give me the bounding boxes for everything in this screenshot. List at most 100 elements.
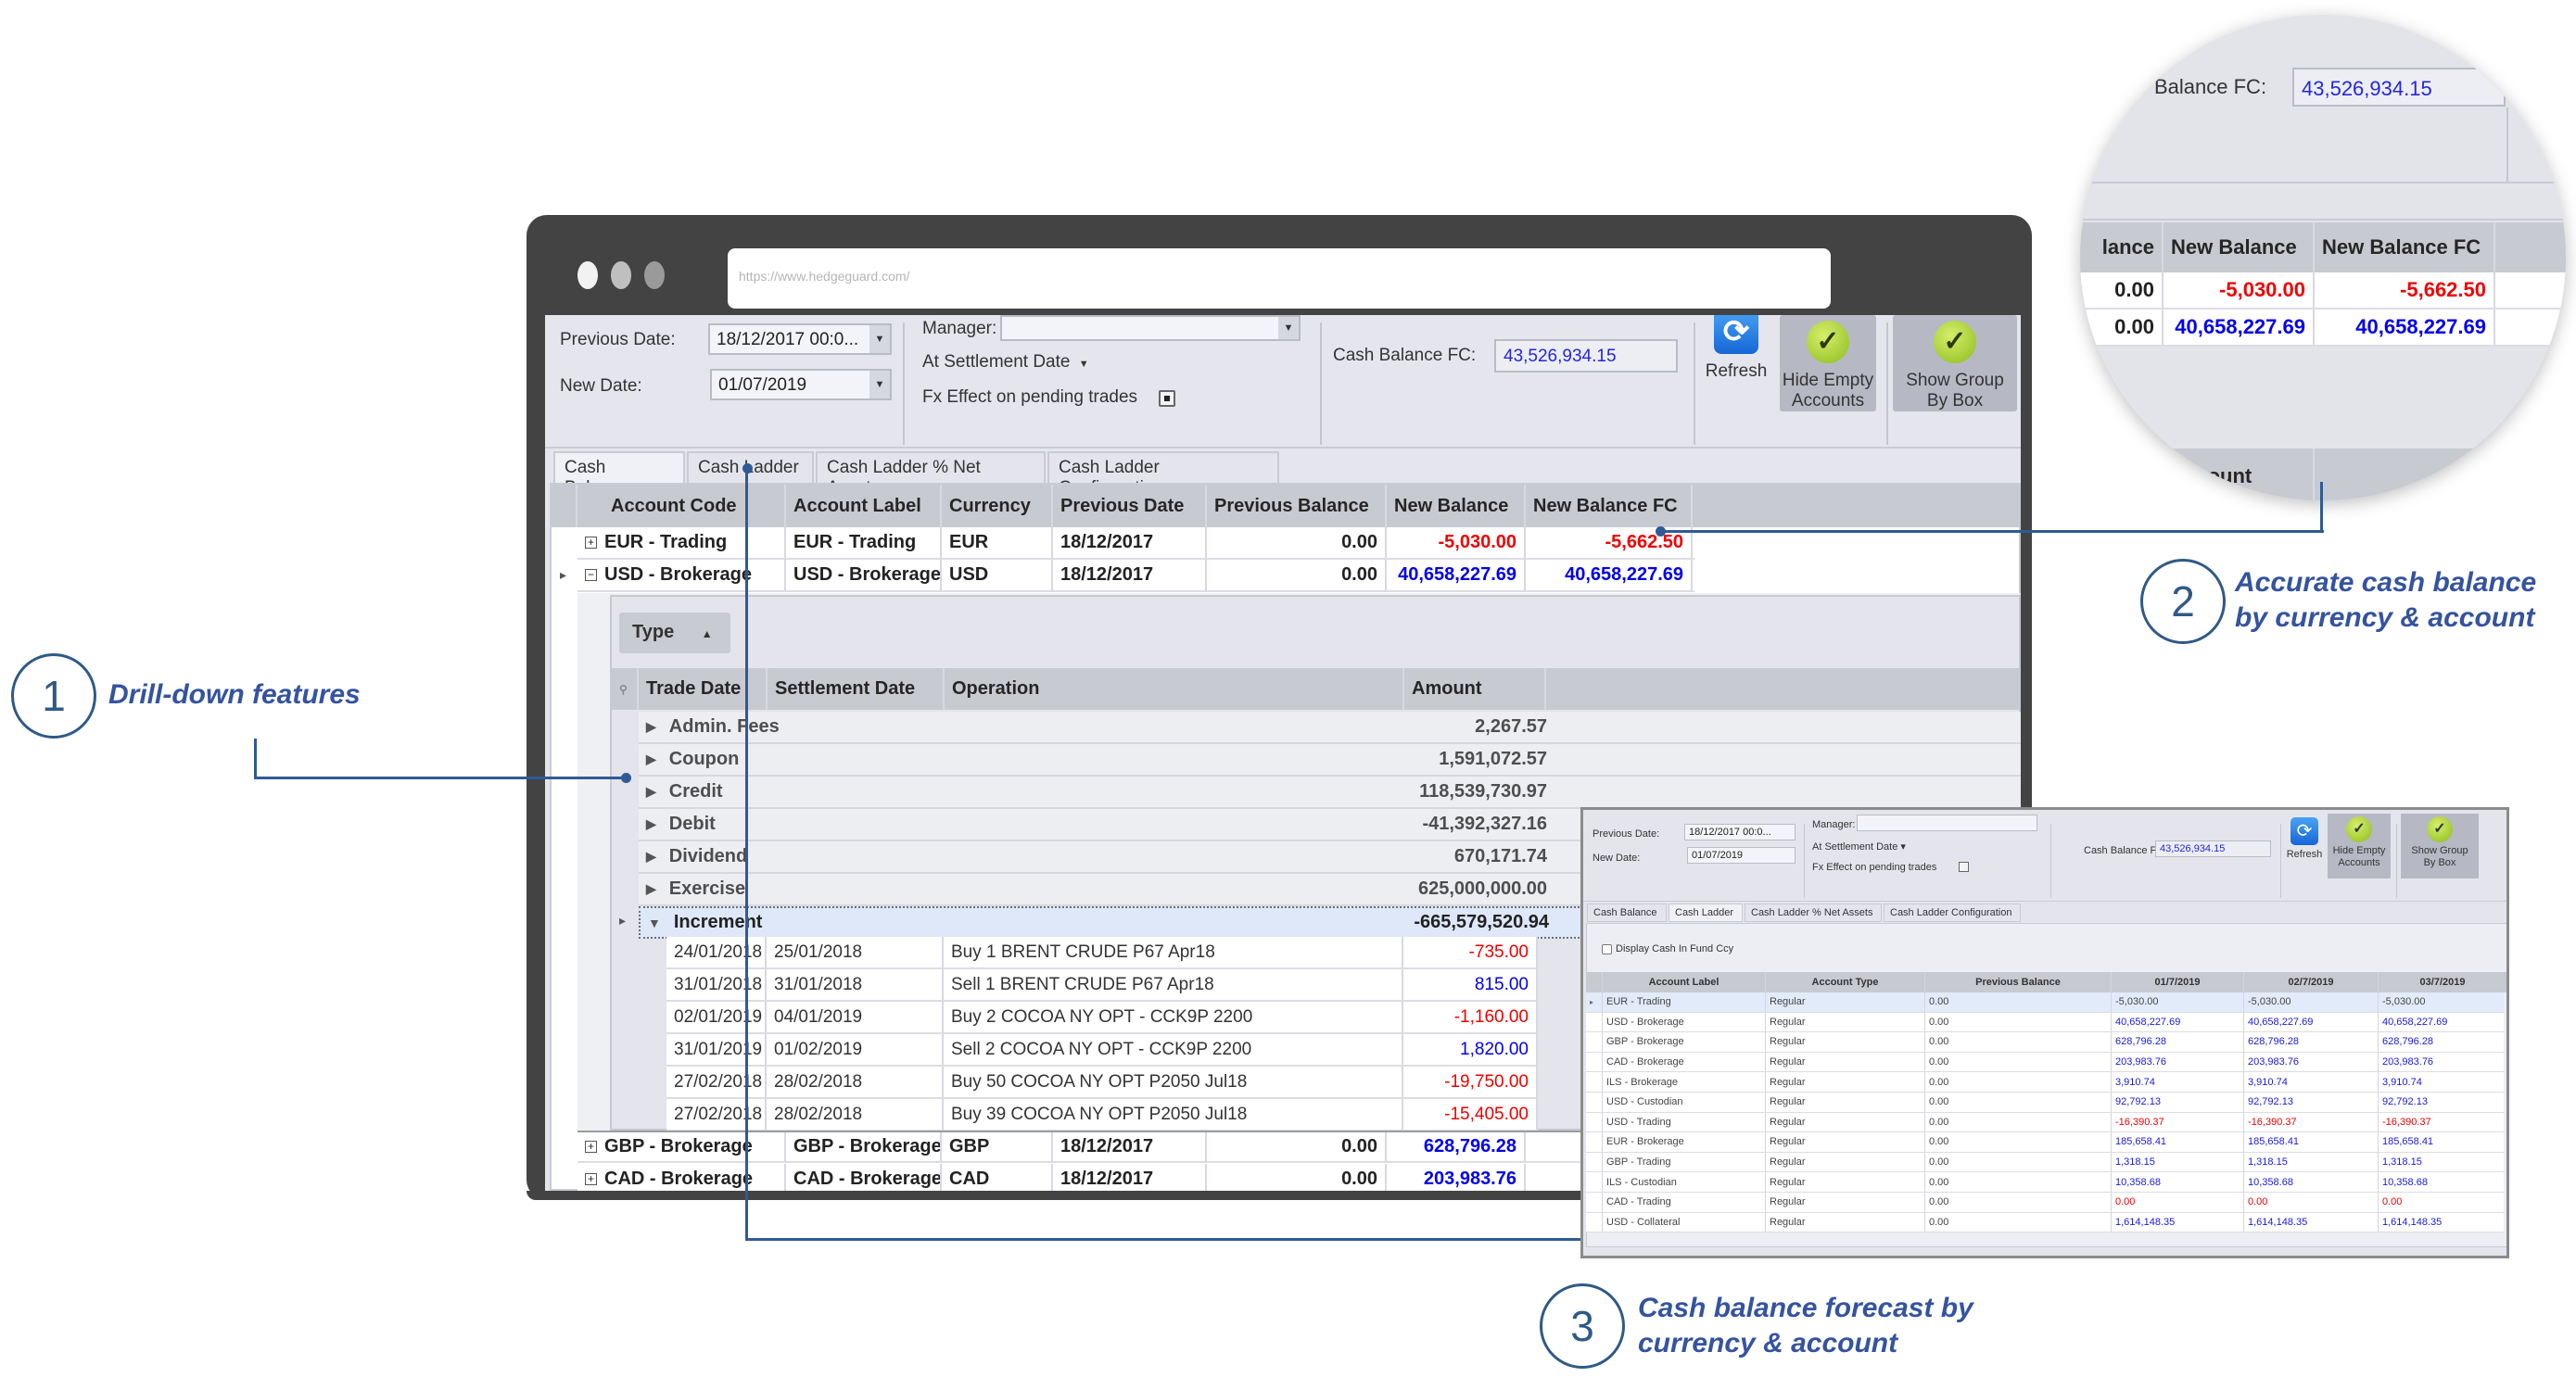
settlement-mode-dropdown[interactable]: At Settlement Date ▼ [922, 352, 1089, 373]
ladder-row[interactable]: USD - Custodian Regular 0.00 92,792.13 92,79… [1586, 1093, 2504, 1113]
column-header-settlement-date[interactable]: Settlement Date [768, 668, 945, 710]
expand-icon[interactable]: + [585, 1173, 597, 1185]
ladder-tab-cash-ladder[interactable]: Cash Ladder [1669, 904, 1743, 922]
ladder-account-type: Regular [1766, 1032, 1925, 1052]
ladder-tab-configuration[interactable]: Cash Ladder Configuration [1884, 904, 2021, 922]
tab-cash-ladder-net-assets[interactable]: Cash Ladder % Net Assets [816, 451, 1046, 498]
ladder-account-type: Regular [1766, 1212, 1925, 1232]
ladder-account-type: Regular [1766, 1193, 1925, 1212]
group-name-cell: ▶ Exercise [639, 874, 1413, 904]
fx-effect-checkbox[interactable] [1159, 390, 1175, 407]
ladder-refresh-button[interactable]: ⟳ Refresh [2286, 817, 2323, 860]
settlement-date-cell: 28/02/2018 [767, 1067, 944, 1097]
ladder-fx-effect-checkbox[interactable] [1959, 862, 1969, 872]
transaction-row[interactable]: 27/02/2018 28/02/2018 Buy 50 COCOA NY OPT … [666, 1067, 1538, 1099]
ladder-settlement-mode[interactable]: At Settlement Date ▾ [1812, 840, 1906, 853]
ladder-row[interactable]: GBP - Trading Regular 0.00 1,318.15 1,318.15… [1586, 1152, 2504, 1173]
column-header-amount[interactable]: Amount [1404, 668, 1546, 710]
expand-icon[interactable]: + [585, 537, 597, 549]
mag-header: lance New Balance New Balance FC [2080, 222, 2566, 272]
ladder-previous-date-picker[interactable]: 18/12/2017 00:0... [1684, 824, 1796, 840]
ladder-row[interactable]: USD - Brokerage Regular 0.00 40,658,227.69 4… [1586, 1012, 2504, 1033]
collapsed-arrow-icon[interactable]: ▶ [646, 784, 656, 800]
transaction-row[interactable]: 24/01/2018 25/01/2018 Buy 1 BRENT CRUDE P6… [666, 937, 1538, 969]
column-header-account-label[interactable]: Account Label [786, 485, 942, 527]
show-group-by-box-button[interactable]: ✓ Show Group By Box [1893, 315, 2017, 411]
ladder-row[interactable]: ILS - Brokerage Regular 0.00 3,910.74 3,910.… [1586, 1072, 2504, 1093]
ladder-account-type: Regular [1766, 1132, 1925, 1152]
ladder-col-account-type[interactable]: Account Type [1766, 972, 1925, 992]
hide-empty-accounts-button[interactable]: ✓ Hide Empty Accounts [1780, 315, 1876, 411]
transaction-row[interactable]: 27/02/2018 28/02/2018 Buy 39 COCOA NY OPT … [666, 1099, 1538, 1131]
column-header-trade-date[interactable]: Trade Date [639, 668, 768, 710]
ladder-show-group-button[interactable]: ✓ Show Group By Box [2401, 814, 2479, 878]
chevron-down-icon[interactable]: ▼ [869, 371, 890, 398]
column-header-previous-balance[interactable]: Previous Balance [1207, 485, 1387, 527]
ladder-col-date-1[interactable]: 01/7/2019 [2112, 972, 2244, 992]
tab-cash-balance[interactable]: Cash Balance [553, 451, 685, 498]
column-header-previous-date[interactable]: Previous Date [1053, 485, 1207, 527]
column-header-new-balance-fc[interactable]: New Balance FC [1526, 485, 1693, 527]
column-header-operation[interactable]: Operation [945, 668, 1404, 710]
group-name-cell: ▶ Credit [639, 777, 1413, 807]
transaction-row[interactable]: 02/01/2019 04/01/2019 Buy 2 COCOA NY OPT -… [666, 1002, 1538, 1034]
ladder-row[interactable]: GBP - Brokerage Regular 0.00 628,796.28 628,… [1586, 1032, 2504, 1053]
expanded-arrow-icon[interactable]: ▼ [648, 916, 661, 930]
ladder-indicator-header [1586, 972, 1603, 992]
ladder-row[interactable]: ▸ EUR - Trading Regular 0.00 -5,030.00 -5,030… [1586, 992, 2504, 1013]
group-row[interactable]: ▶ Coupon 1,591,072.57 [639, 744, 2021, 777]
tab-cash-ladder-configuration[interactable]: Cash Ladder Configuration [1047, 451, 1279, 498]
ladder-row[interactable]: EUR - Brokerage Regular 0.00 185,658.41 185,… [1586, 1132, 2504, 1153]
group-name-cell: ▶ Coupon [639, 744, 1413, 775]
collapsed-arrow-icon[interactable]: ▶ [646, 719, 656, 735]
collapsed-arrow-icon[interactable]: ▶ [646, 881, 656, 897]
ladder-row[interactable]: USD - Trading Regular 0.00 -16,390.37 -16,39… [1586, 1112, 2504, 1133]
ladder-col-previous-balance[interactable]: Previous Balance [1925, 972, 2112, 992]
ladder-row[interactable]: USD - Collateral Regular 0.00 1,614,148.35 1… [1586, 1212, 2504, 1233]
chevron-down-icon[interactable]: ▼ [869, 325, 890, 353]
ladder-hide-empty-button[interactable]: ✓ Hide Empty Accounts [2328, 814, 2391, 878]
group-row[interactable]: ▶ Credit 118,539,730.97 [639, 777, 2021, 809]
collapsed-arrow-icon[interactable]: ▶ [646, 752, 656, 767]
mag-new-balance: 40,658,227.69 [2164, 310, 2315, 345]
ladder-col-date-3[interactable]: 03/7/2019 [2379, 972, 2506, 992]
manager-select[interactable]: ▼ [1000, 315, 1301, 341]
column-header-account-code[interactable]: Account Code [577, 485, 786, 527]
refresh-button[interactable]: ⟳ Refresh [1699, 315, 1773, 382]
display-fund-ccy-checkbox[interactable] [1602, 944, 1612, 954]
callout-3-line-2: currency & account [1638, 1328, 1898, 1358]
url-bar[interactable]: https://www.hedgeguard.com/ [728, 248, 1831, 309]
group-row[interactable]: ▶ Admin. Fees 2,267.57 [639, 712, 2021, 744]
ladder-row[interactable]: ILS - Custodian Regular 0.00 10,358.68 10,35… [1586, 1172, 2504, 1193]
collapsed-arrow-icon[interactable]: ▶ [646, 849, 656, 865]
show-group-label-2: By Box [1926, 391, 1984, 411]
window-dot-maximize[interactable] [644, 261, 665, 289]
ladder-col-account-label[interactable]: Account Label [1603, 972, 1766, 992]
ladder-previous-balance: 0.00 [1925, 1072, 2112, 1092]
transaction-row[interactable]: 31/01/2018 31/01/2018 Sell 1 BRENT CRUDE P… [666, 969, 1538, 1002]
transaction-row[interactable]: 31/01/2019 01/02/2019 Sell 2 COCOA NY OPT … [666, 1034, 1538, 1067]
chevron-down-icon[interactable]: ▼ [1278, 317, 1299, 339]
column-header-currency[interactable]: Currency [942, 485, 1053, 527]
column-header-new-balance[interactable]: New Balance [1387, 485, 1526, 527]
group-name: Credit [668, 781, 723, 802]
group-by-type-chip[interactable]: Type ▲ [619, 613, 730, 653]
window-dot-minimize[interactable] [611, 261, 631, 289]
ladder-col-date-2[interactable]: 02/7/2019 [2244, 972, 2379, 992]
expand-icon[interactable]: + [585, 1141, 597, 1153]
search-icon[interactable]: ⚲ [612, 668, 639, 710]
ladder-previous-balance: 0.00 [1925, 1093, 2112, 1112]
ladder-row[interactable]: CAD - Brokerage Regular 0.00 203,983.76 203,… [1586, 1052, 2504, 1073]
ladder-row[interactable]: CAD - Trading Regular 0.00 0.00 0.00 0.00 [1586, 1193, 2504, 1213]
ladder-account-label: ILS - Brokerage [1603, 1072, 1766, 1092]
ladder-tab-net-assets[interactable]: Cash Ladder % Net Assets [1745, 904, 1882, 922]
row-pointer-icon: ▸ [619, 913, 627, 928]
ladder-manager-select[interactable] [1857, 815, 2037, 831]
collapse-icon[interactable]: − [585, 569, 597, 581]
collapsed-arrow-icon[interactable]: ▶ [646, 816, 656, 832]
ladder-tab-cash-balance[interactable]: Cash Balance [1587, 904, 1667, 922]
new-date-picker[interactable]: 01/07/2019 ▼ [710, 369, 892, 400]
window-dot-close[interactable] [577, 261, 598, 289]
ladder-new-date-picker[interactable]: 01/07/2019 [1687, 847, 1796, 864]
previous-date-picker[interactable]: 18/12/2017 00:0... ▼ [708, 323, 892, 355]
